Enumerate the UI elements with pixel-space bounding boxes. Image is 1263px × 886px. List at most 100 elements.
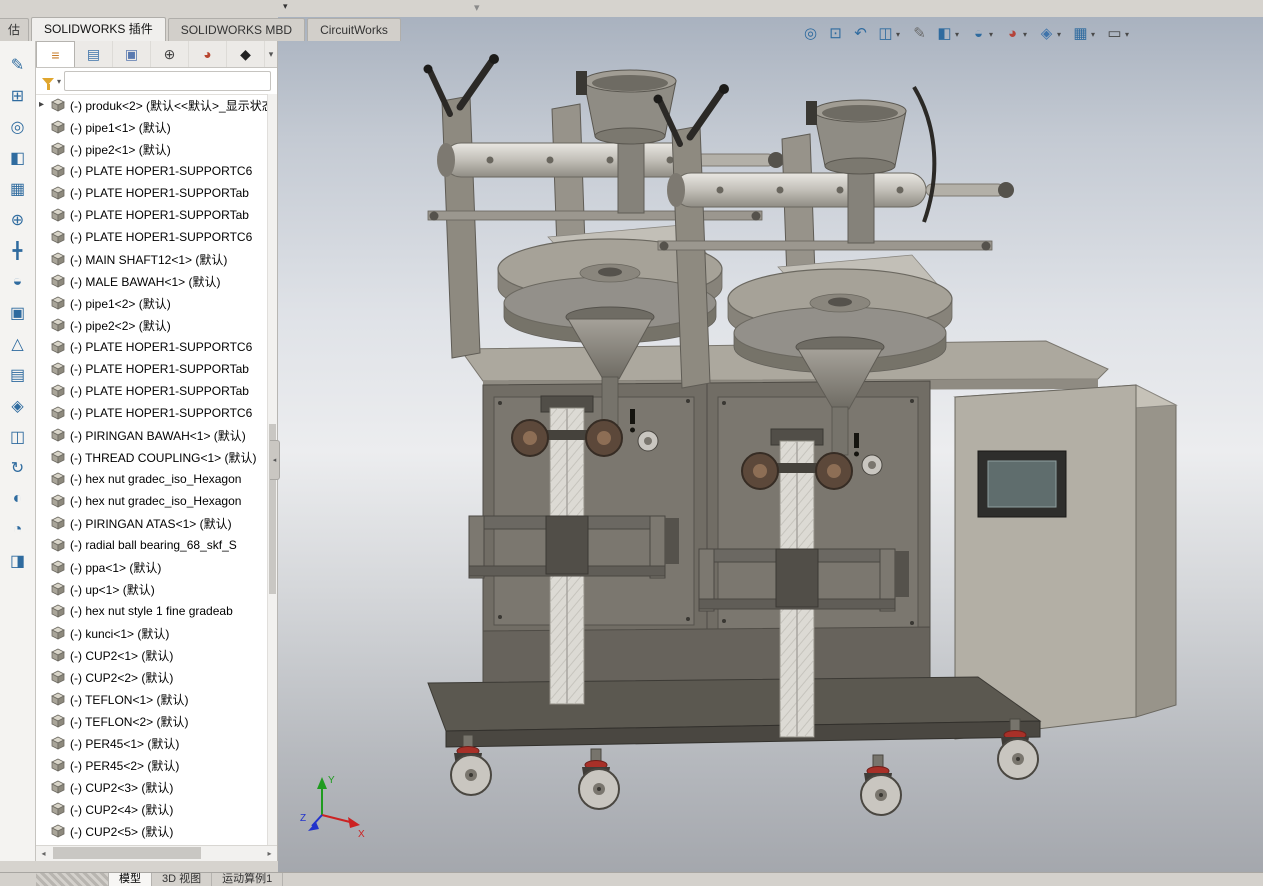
zoom-to-fit-icon[interactable]: ◎ ▾: [798, 22, 823, 46]
tree-item[interactable]: (-) TEFLON<2> (默认): [36, 710, 268, 732]
screen-view-icon[interactable]: ▭ ▾: [1102, 22, 1136, 46]
tree-item[interactable]: (-) PLATE HOPER1-SUPPORTC6: [36, 226, 268, 248]
scroll-left-arrow-icon[interactable]: ◂: [36, 846, 51, 861]
tree-item[interactable]: (-) pipe2<1> (默认): [36, 138, 268, 160]
apply-scene-icon[interactable]: ◈ ▾: [1034, 22, 1068, 46]
edit-component-icon[interactable]: ✎: [3, 49, 33, 80]
tree-item[interactable]: (-) hex nut style 1 fine gradeab: [36, 600, 268, 622]
displaymanager-tab[interactable]: ◕: [189, 41, 227, 67]
exploded-view-icon[interactable]: ◈: [3, 390, 33, 421]
tree-item[interactable]: (-) PIRINGAN ATAS<1> (默认): [36, 512, 268, 534]
dropdown-caret-icon[interactable]: ▾: [1091, 30, 1100, 39]
configurationmanager-tab[interactable]: ▣: [113, 41, 151, 67]
tree-item[interactable]: (-) THREAD COUPLING<1> (默认): [36, 446, 268, 468]
tree-item[interactable]: (-) PLATE HOPER1-SUPPORTC6: [36, 402, 268, 424]
tree-item[interactable]: (-) CUP2<1> (默认): [36, 644, 268, 666]
tree-item[interactable]: (-) PLATE HOPER1-SUPPORTC6: [36, 336, 268, 358]
caster-wheel[interactable]: [578, 748, 620, 810]
display-style-icon[interactable]: ◧ ▾: [932, 22, 966, 46]
tree-item[interactable]: (-) ppa<1> (默认): [36, 556, 268, 578]
tree-item[interactable]: (-) MALE BAWAH<1> (默认): [36, 270, 268, 292]
featuremanager-tab[interactable]: ≡: [36, 41, 75, 67]
measure-icon[interactable]: ◔: [3, 514, 33, 545]
machine-base[interactable]: [427, 676, 1042, 748]
hide-show-items-icon[interactable]: ◒ ▾: [966, 22, 1000, 46]
rebuild-icon[interactable]: ↻: [3, 452, 33, 483]
tree-item[interactable]: (-) PER45<1> (默认): [36, 732, 268, 754]
linear-pattern-icon[interactable]: ▦: [3, 173, 33, 204]
tree-item[interactable]: (-) PLATE HOPER1-SUPPORTab: [36, 182, 268, 204]
filter-funnel-icon[interactable]: [42, 77, 54, 90]
tree-item[interactable]: (-) MAIN SHAFT12<1> (默认): [36, 248, 268, 270]
tree-item[interactable]: (-) PER45<2> (默认): [36, 754, 268, 776]
zoom-to-area-icon[interactable]: ⊡ ▾: [823, 22, 848, 46]
edit-appearance-icon[interactable]: ◕ ▾: [1000, 22, 1034, 46]
scroll-right-arrow-icon[interactable]: ▸: [262, 846, 277, 861]
tree-item[interactable]: (-) pipe1<2> (默认): [36, 292, 268, 314]
document-tab[interactable]: 运动算例1: [212, 873, 284, 886]
dimxpertmanager-tab[interactable]: ⊕: [151, 41, 189, 67]
ribbon-tab[interactable]: SOLIDWORKS 插件: [31, 17, 166, 41]
tree-item[interactable]: (-) PLATE HOPER1-SUPPORTab: [36, 204, 268, 226]
tree-item[interactable]: (-) kunci<1> (默认): [36, 622, 268, 644]
scrollbar-track[interactable]: [51, 846, 262, 861]
graphics-area[interactable]: Y X Z ◎ ▾ ⊡ ▾ ↶ ▾ ◫ ▾: [278, 17, 1263, 886]
dropdown-caret-icon[interactable]: ▾: [955, 30, 964, 39]
tree-item[interactable]: (-) CUP2<2> (默认): [36, 666, 268, 688]
component-filter-input[interactable]: [64, 71, 271, 91]
ribbon-tab[interactable]: CircuitWorks: [307, 18, 401, 41]
tree-item[interactable]: (-) up<1> (默认): [36, 578, 268, 600]
featurepane-collapse-handle[interactable]: ◂: [270, 440, 280, 480]
tree-item[interactable]: (-) PLATE HOPER1-SUPPORTab: [36, 358, 268, 380]
interference-detection-icon[interactable]: ◐: [3, 483, 33, 514]
tree-horizontal-scrollbar[interactable]: ◂ ▸: [36, 845, 277, 861]
move-component-icon[interactable]: ╋: [3, 235, 33, 266]
reference-geometry-icon[interactable]: △: [3, 328, 33, 359]
toolbar-options-caret-icon[interactable]: ▾: [283, 1, 288, 12]
bill-of-materials-icon[interactable]: ▤: [3, 359, 33, 390]
filter-caret-icon[interactable]: ▾: [57, 77, 61, 86]
dropdown-caret-icon[interactable]: ▾: [1125, 30, 1134, 39]
caster-wheel[interactable]: [860, 754, 902, 816]
document-tab[interactable]: 3D 视图: [152, 873, 213, 886]
dropdown-caret-icon[interactable]: ▾: [896, 30, 905, 39]
machine-3d-model[interactable]: Y X Z: [278, 17, 1263, 886]
insert-component-icon[interactable]: ⊞: [3, 80, 33, 111]
ribbon-tab-evaluate-partial[interactable]: 估: [0, 18, 30, 41]
manager-tabs-caret-icon[interactable]: ▾: [265, 41, 277, 67]
tree-item[interactable]: (-) radial ball bearing_68_skf_S: [36, 534, 268, 556]
ribbon-expand-caret-icon[interactable]: ▾: [474, 1, 480, 14]
smart-fastener-icon[interactable]: ⊕: [3, 204, 33, 235]
section-view-icon[interactable]: ◫ ▾: [873, 22, 907, 46]
tree-item[interactable]: (-) PLATE HOPER1-SUPPORTab: [36, 380, 268, 402]
annotation-icon[interactable]: ✎ ▾: [907, 22, 932, 46]
tree-item[interactable]: (-) PLATE HOPER1-SUPPORTC6: [36, 160, 268, 182]
tree-item[interactable]: (-) PIRINGAN BAWAH<1> (默认): [36, 424, 268, 446]
assembly-features-icon[interactable]: ▣: [3, 297, 33, 328]
dropdown-caret-icon[interactable]: ▾: [1057, 30, 1066, 39]
tree-item[interactable]: (-) CUP2<4> (默认): [36, 798, 268, 820]
view-settings-icon[interactable]: ▦ ▾: [1068, 22, 1102, 46]
tree-item[interactable]: (-) TEFLON<1> (默认): [36, 688, 268, 710]
propertymanager-tab[interactable]: ▤: [75, 41, 113, 67]
instant-3d-icon[interactable]: ◫: [3, 421, 33, 452]
cam-tab[interactable]: ◆: [227, 41, 265, 67]
tree-item[interactable]: (-) produk<2> (默认<<默认>_显示状态: [36, 94, 268, 116]
mate-icon[interactable]: ◎: [3, 111, 33, 142]
tree-item[interactable]: (-) pipe2<2> (默认): [36, 314, 268, 336]
tree-item[interactable]: (-) pipe1<1> (默认): [36, 116, 268, 138]
tree-item[interactable]: (-) hex nut gradec_iso_Hexagon: [36, 490, 268, 512]
ribbon-tab[interactable]: SOLIDWORKS MBD: [167, 18, 306, 41]
dropdown-caret-icon[interactable]: ▾: [1023, 30, 1032, 39]
tree-item[interactable]: (-) CUP2<3> (默认): [36, 776, 268, 798]
section-icon[interactable]: ◨: [3, 545, 33, 576]
tree-expander-icon[interactable]: ▸: [39, 99, 44, 110]
dropdown-caret-icon[interactable]: ▾: [989, 30, 998, 39]
show-hidden-components-icon[interactable]: ◒: [3, 266, 33, 297]
tree-item[interactable]: (-) CUP2<5> (默认): [36, 820, 268, 842]
scrollbar-thumb[interactable]: [53, 847, 201, 859]
display-style-icon[interactable]: ◧: [3, 142, 33, 173]
previous-view-icon[interactable]: ↶ ▾: [848, 22, 873, 46]
tree-item[interactable]: (-) hex nut gradec_iso_Hexagon: [36, 468, 268, 490]
document-tab[interactable]: 模型: [109, 873, 152, 886]
